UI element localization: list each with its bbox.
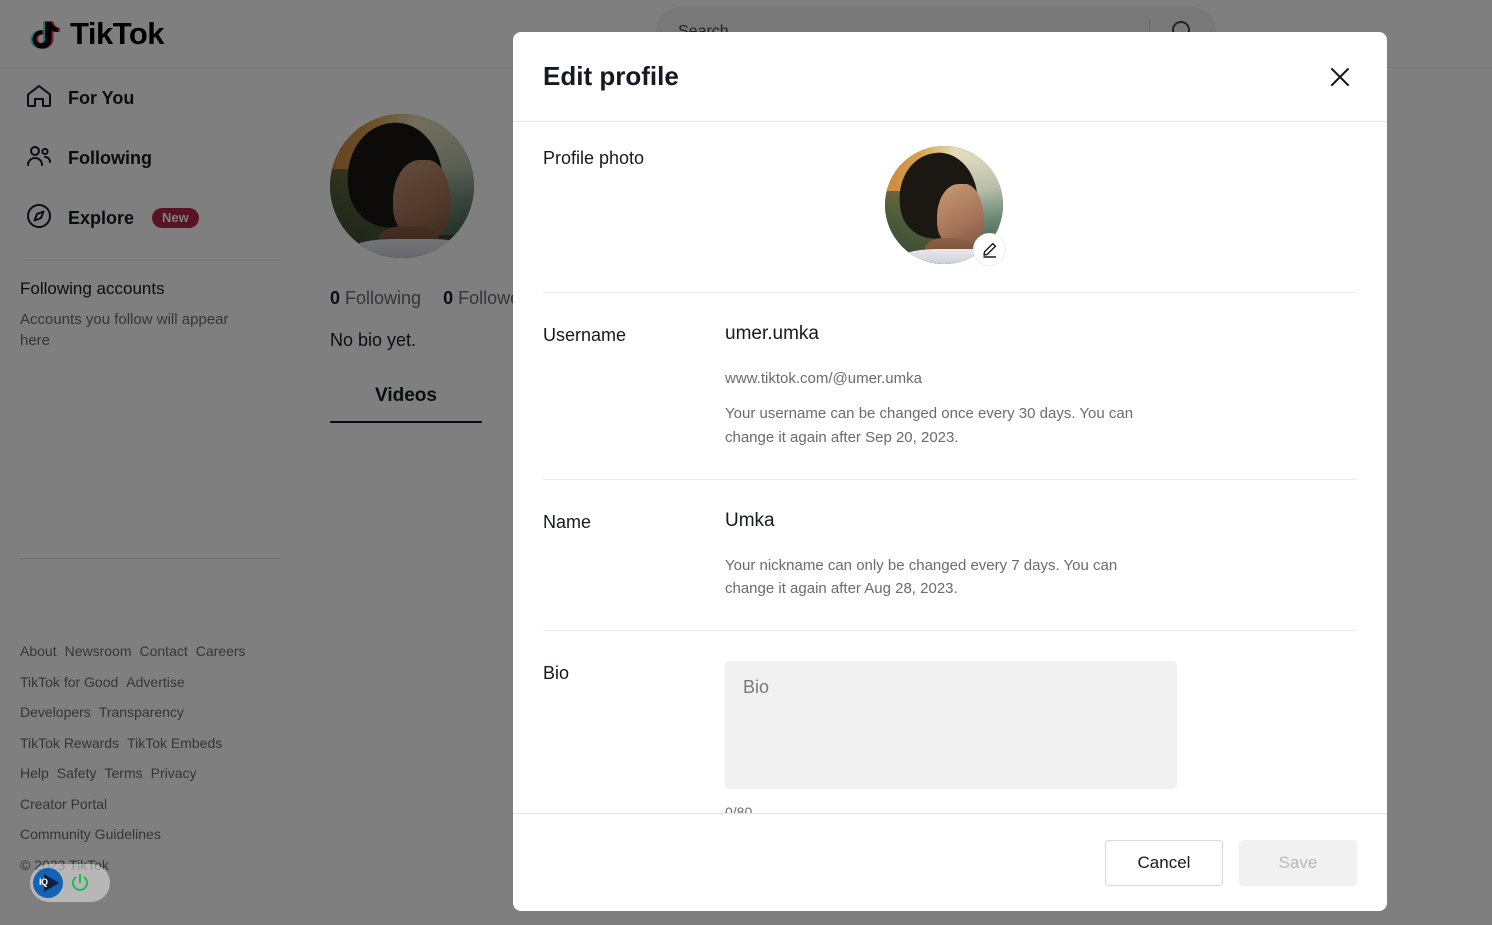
username-content: umer.umka www.tiktok.com/@umer.umka Your… <box>725 323 1357 449</box>
row-profile-photo: Profile photo <box>543 122 1357 293</box>
bio-label: Bio <box>543 663 570 684</box>
iq-label: IQ <box>39 877 48 887</box>
name-change-hint: Your nickname can only be changed every … <box>725 556 1118 597</box>
username-profile-url: www.tiktok.com/@umer.umka <box>725 370 922 387</box>
power-icon[interactable] <box>67 870 93 896</box>
bio-character-counter: 0/80 <box>725 804 753 813</box>
pencil-icon[interactable] <box>973 233 1006 266</box>
modal-title: Edit profile <box>543 61 679 91</box>
bio-content: 0/80 <box>725 661 1357 813</box>
row-name: Name Umka Your nickname can only be chan… <box>543 480 1357 632</box>
edit-profile-modal: Edit profile Profile photo Username umer… <box>513 32 1387 911</box>
profile-photo-content <box>725 146 1357 266</box>
username-input-value[interactable]: umer.umka <box>725 323 1357 345</box>
bio-textarea[interactable] <box>725 661 1177 790</box>
page-root: TikTok Search For You <box>0 0 1492 925</box>
row-bio: Bio 0/80 <box>543 631 1357 813</box>
name-content: Umka Your nickname can only be changed e… <box>725 510 1357 601</box>
row-username: Username umer.umka www.tiktok.com/@umer.… <box>543 293 1357 480</box>
username-change-hint: Your username can be changed once every … <box>725 405 1134 446</box>
profile-photo-label: Profile photo <box>543 148 645 168</box>
username-label: Username <box>543 325 627 345</box>
save-button: Save <box>1239 839 1357 886</box>
browser-extension-widget[interactable]: IQ <box>30 864 110 902</box>
name-input-value[interactable]: Umka <box>725 510 1357 532</box>
close-icon[interactable] <box>1323 60 1357 94</box>
modal-body: Profile photo Username umer.umka www.tik… <box>513 122 1387 813</box>
modal-footer: Cancel Save <box>513 813 1387 911</box>
cancel-button[interactable]: Cancel <box>1105 839 1223 886</box>
play-iq-icon[interactable]: IQ <box>33 868 63 898</box>
name-label: Name <box>543 511 592 532</box>
modal-header: Edit profile <box>513 32 1387 122</box>
profile-photo-wrapper[interactable] <box>885 146 1006 266</box>
